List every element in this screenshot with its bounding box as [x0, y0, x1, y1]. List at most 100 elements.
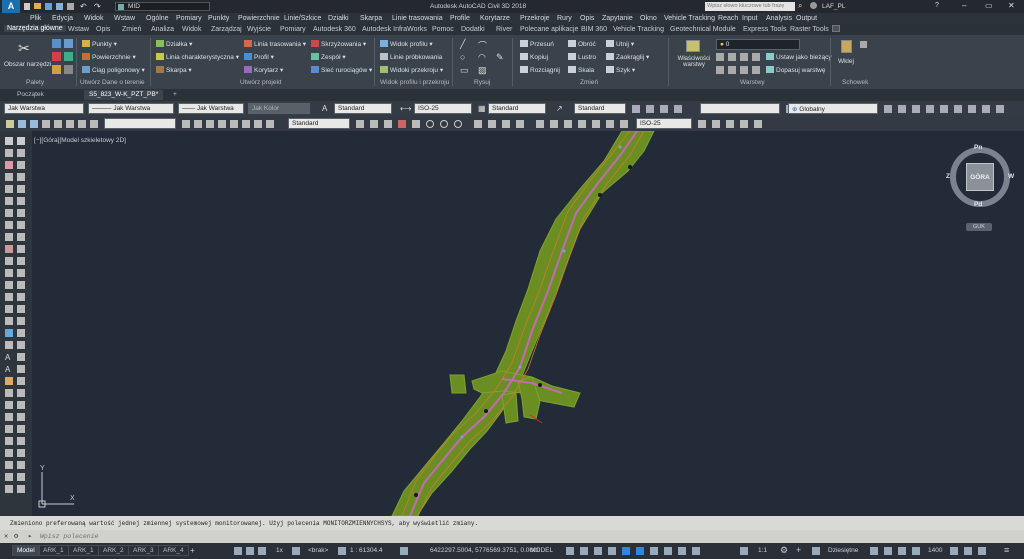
- tab-9[interactable]: Autodesk 360: [313, 26, 356, 33]
- left-tool-15-icon[interactable]: [5, 221, 13, 229]
- dim-style-icon[interactable]: ⟷: [400, 104, 411, 113]
- menu-item-19[interactable]: Vehicle Tracking: [664, 15, 715, 22]
- wcs-menu-button[interactable]: GUK: [966, 223, 992, 231]
- left-tool-17-icon[interactable]: [5, 233, 13, 241]
- command-line[interactable]: ✕ ⚙ ▸ Wpisz polecenie: [0, 530, 1024, 543]
- left-tool-16-icon[interactable]: [17, 221, 25, 229]
- left-tool-59-icon[interactable]: [5, 485, 13, 493]
- section-views-button[interactable]: Widoki przekroju ▾: [380, 66, 443, 74]
- sb-icon-4[interactable]: [292, 547, 300, 555]
- tb2-icon-28[interactable]: [516, 120, 524, 128]
- left-tool-36-icon[interactable]: [17, 341, 25, 349]
- linetype-combo[interactable]: ——— Jak Warstwa: [88, 103, 174, 114]
- sb-customize-icon[interactable]: ≡: [1004, 545, 1009, 555]
- lineweight-combo[interactable]: —— Jak Warstwa: [178, 103, 244, 114]
- arc-icon[interactable]: ◠: [478, 52, 486, 63]
- left-tool-27-icon[interactable]: [5, 293, 13, 301]
- text-style-combo[interactable]: Standard: [334, 103, 392, 114]
- drawing-viewport[interactable]: [−][Góra][Model szkieletowy 2D] GÓRA Pn …: [32, 131, 1024, 516]
- left-tool-50-icon[interactable]: [17, 425, 25, 433]
- palette-icon-1[interactable]: [52, 39, 61, 48]
- left-tool-49-icon[interactable]: [5, 425, 13, 433]
- menu-item-14[interactable]: Przekroje: [520, 15, 550, 22]
- tab-6[interactable]: Zarządzaj: [211, 26, 242, 33]
- menu-item-11[interactable]: Linie trasowania: [392, 15, 443, 22]
- left-tool-26-icon[interactable]: [17, 281, 25, 289]
- layer-tool-icon-8[interactable]: [752, 66, 760, 74]
- viewcube-west[interactable]: Z: [946, 173, 950, 180]
- tb1-icon-a[interactable]: [632, 105, 640, 113]
- tb1-icon-b[interactable]: [646, 105, 654, 113]
- tab-2[interactable]: Opis: [96, 26, 110, 33]
- tb2-icon-35[interactable]: [620, 120, 628, 128]
- left-tool-20-icon[interactable]: [17, 245, 25, 253]
- left-tool-44-icon[interactable]: [17, 389, 25, 397]
- tb2-icon-3[interactable]: [30, 120, 38, 128]
- tb1-icon-m[interactable]: [982, 105, 990, 113]
- sb-ortho-icon[interactable]: [594, 547, 602, 555]
- tab-layout-3[interactable]: ARK_2: [98, 545, 129, 556]
- sb-gear-icon[interactable]: ⚙: [780, 545, 788, 556]
- rotate-button[interactable]: Obróć: [568, 40, 596, 48]
- add-tab-button[interactable]: +: [168, 90, 182, 100]
- sb-gizmo-icon[interactable]: [692, 547, 700, 555]
- command-close-icon[interactable]: ✕: [4, 532, 8, 541]
- left-tool-31-icon[interactable]: [5, 317, 13, 325]
- tb2-icon-19[interactable]: [384, 120, 392, 128]
- traverse-button[interactable]: Ciąg poligonowy ▾: [82, 66, 145, 74]
- menu-item-23[interactable]: Output: [796, 15, 817, 22]
- workspace-combo[interactable]: MID: [115, 2, 210, 11]
- mleader-style-combo[interactable]: Standard: [574, 103, 626, 114]
- tb2-icon-39[interactable]: [740, 120, 748, 128]
- left-tool-46-icon[interactable]: [17, 401, 25, 409]
- left-tool-12-icon[interactable]: [17, 197, 25, 205]
- sb-model[interactable]: MODEL: [530, 547, 553, 554]
- minimize-icon[interactable]: –: [962, 1, 966, 10]
- sb-select-icon[interactable]: [678, 547, 686, 555]
- tb2-icon-22[interactable]: [426, 120, 434, 128]
- tb2-icon-15[interactable]: [254, 120, 262, 128]
- tb1-icon-c[interactable]: [660, 105, 668, 113]
- close-icon[interactable]: ✕: [1008, 1, 1015, 10]
- viewcube-top-face[interactable]: Góra: [966, 163, 994, 191]
- undo-icon[interactable]: ↶: [80, 2, 87, 11]
- tab-17[interactable]: Geotechnical Module: [670, 26, 736, 33]
- add-layout-icon[interactable]: +: [190, 546, 195, 555]
- trim-button[interactable]: Utnij ▾: [606, 40, 634, 48]
- tb2-icon-12[interactable]: [218, 120, 226, 128]
- tb1-icon-l[interactable]: [968, 105, 976, 113]
- tab-model[interactable]: Model: [12, 545, 40, 556]
- left-tool-23-icon[interactable]: [5, 269, 13, 277]
- sb-icon-12[interactable]: [950, 547, 958, 555]
- sb-icon-13[interactable]: [964, 547, 972, 555]
- menu-item-17[interactable]: Zapytanie: [602, 15, 633, 22]
- tab-10[interactable]: Autodesk InfraWorks: [362, 26, 427, 33]
- left-tool-60-icon[interactable]: [17, 485, 25, 493]
- menu-item-1[interactable]: Edycja: [52, 15, 73, 22]
- layer-tool-icon-3[interactable]: [740, 53, 748, 61]
- command-settings-icon[interactable]: ⚙: [14, 532, 18, 541]
- mleader-style-icon[interactable]: ↗: [556, 104, 563, 113]
- scale-button[interactable]: Skala: [568, 66, 594, 74]
- tb2-icon-40[interactable]: [754, 120, 762, 128]
- set-current-button[interactable]: Ustaw jako bieżący: [766, 53, 832, 61]
- tb2-icon-18[interactable]: [370, 120, 378, 128]
- tb2-icon-33[interactable]: [592, 120, 600, 128]
- profile-view-button[interactable]: Widok profilu ▾: [380, 40, 433, 48]
- save-as-icon[interactable]: [56, 3, 63, 10]
- menu-item-5[interactable]: Pomiary: [176, 15, 202, 22]
- layer-combo[interactable]: ● 0: [716, 39, 800, 50]
- sb-icon-9[interactable]: [884, 547, 892, 555]
- surfaces-button[interactable]: Powierzchnie ▾: [82, 53, 136, 61]
- viewcube-east[interactable]: W: [1008, 173, 1014, 180]
- tb2-icon-7[interactable]: [78, 120, 86, 128]
- tab-start[interactable]: Początek: [12, 90, 49, 100]
- mirror-button[interactable]: Lustro: [568, 53, 596, 61]
- left-tool-30-icon[interactable]: [17, 305, 25, 313]
- tb2-icon-21[interactable]: [412, 120, 420, 128]
- intersections-button[interactable]: Skrzyżowania ▾: [311, 40, 366, 48]
- left-tool-2-icon[interactable]: [17, 137, 25, 145]
- tb1-icon-i[interactable]: [926, 105, 934, 113]
- menu-item-12[interactable]: Profile: [450, 15, 470, 22]
- left-tool-35-icon[interactable]: [5, 341, 13, 349]
